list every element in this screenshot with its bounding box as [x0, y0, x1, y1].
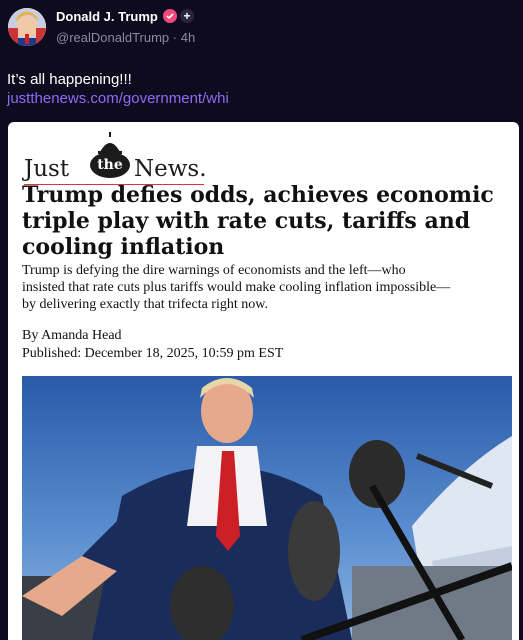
follow-button[interactable]: +: [180, 9, 194, 23]
headline-line: Trump defies odds, achieves economic: [22, 182, 494, 208]
article-headline: Trump defies odds, achieves economic tri…: [22, 182, 502, 260]
author-name[interactable]: Donald J. Trump: [56, 9, 158, 24]
handle-line: @realDonaldTrump · 4h: [56, 30, 195, 45]
article-subhead: Trump is defying the dire warnings of ec…: [22, 262, 512, 313]
link-preview-card[interactable]: Just the News. Trump defies odds, achiev…: [8, 122, 519, 640]
article-photo-image: [22, 376, 512, 640]
article-byline: By Amanda Head Published: December 18, 2…: [22, 327, 283, 363]
separator: ·: [172, 30, 178, 45]
avatar[interactable]: [8, 8, 46, 46]
subhead-line: Trump is defying the dire warnings of ec…: [22, 263, 406, 278]
subhead-line: by delivering exactly that trifecta righ…: [22, 297, 268, 312]
avatar-image: [8, 8, 46, 46]
headline-line: cooling inflation: [22, 234, 225, 260]
post-time[interactable]: 4h: [181, 30, 195, 45]
plus-icon: +: [183, 9, 191, 23]
verified-badge-icon: [163, 9, 177, 23]
author-handle[interactable]: @realDonaldTrump: [56, 30, 169, 45]
article-photo: [22, 376, 512, 640]
headline-line: triple play with rate cuts, tariffs and: [22, 208, 471, 234]
post-link[interactable]: justthenews.com/government/whi: [7, 90, 229, 107]
capitol-dome-icon: [98, 132, 122, 154]
just-the-news-logo: Just the News.: [24, 132, 207, 185]
published-date: Published: December 18, 2025, 10:59 pm E…: [22, 346, 284, 361]
byline-author: By Amanda Head: [22, 328, 122, 343]
logo-word-just: Just: [24, 156, 70, 182]
post-header: Donald J. Trump + @realDonaldTrump · 4h: [0, 0, 523, 60]
logo-word-the: the: [90, 152, 130, 178]
logo-word-news: News.: [134, 156, 207, 182]
subhead-line: insisted that rate cuts plus tariffs wou…: [22, 280, 451, 295]
post-text: It’s all happening!!!: [7, 71, 132, 88]
